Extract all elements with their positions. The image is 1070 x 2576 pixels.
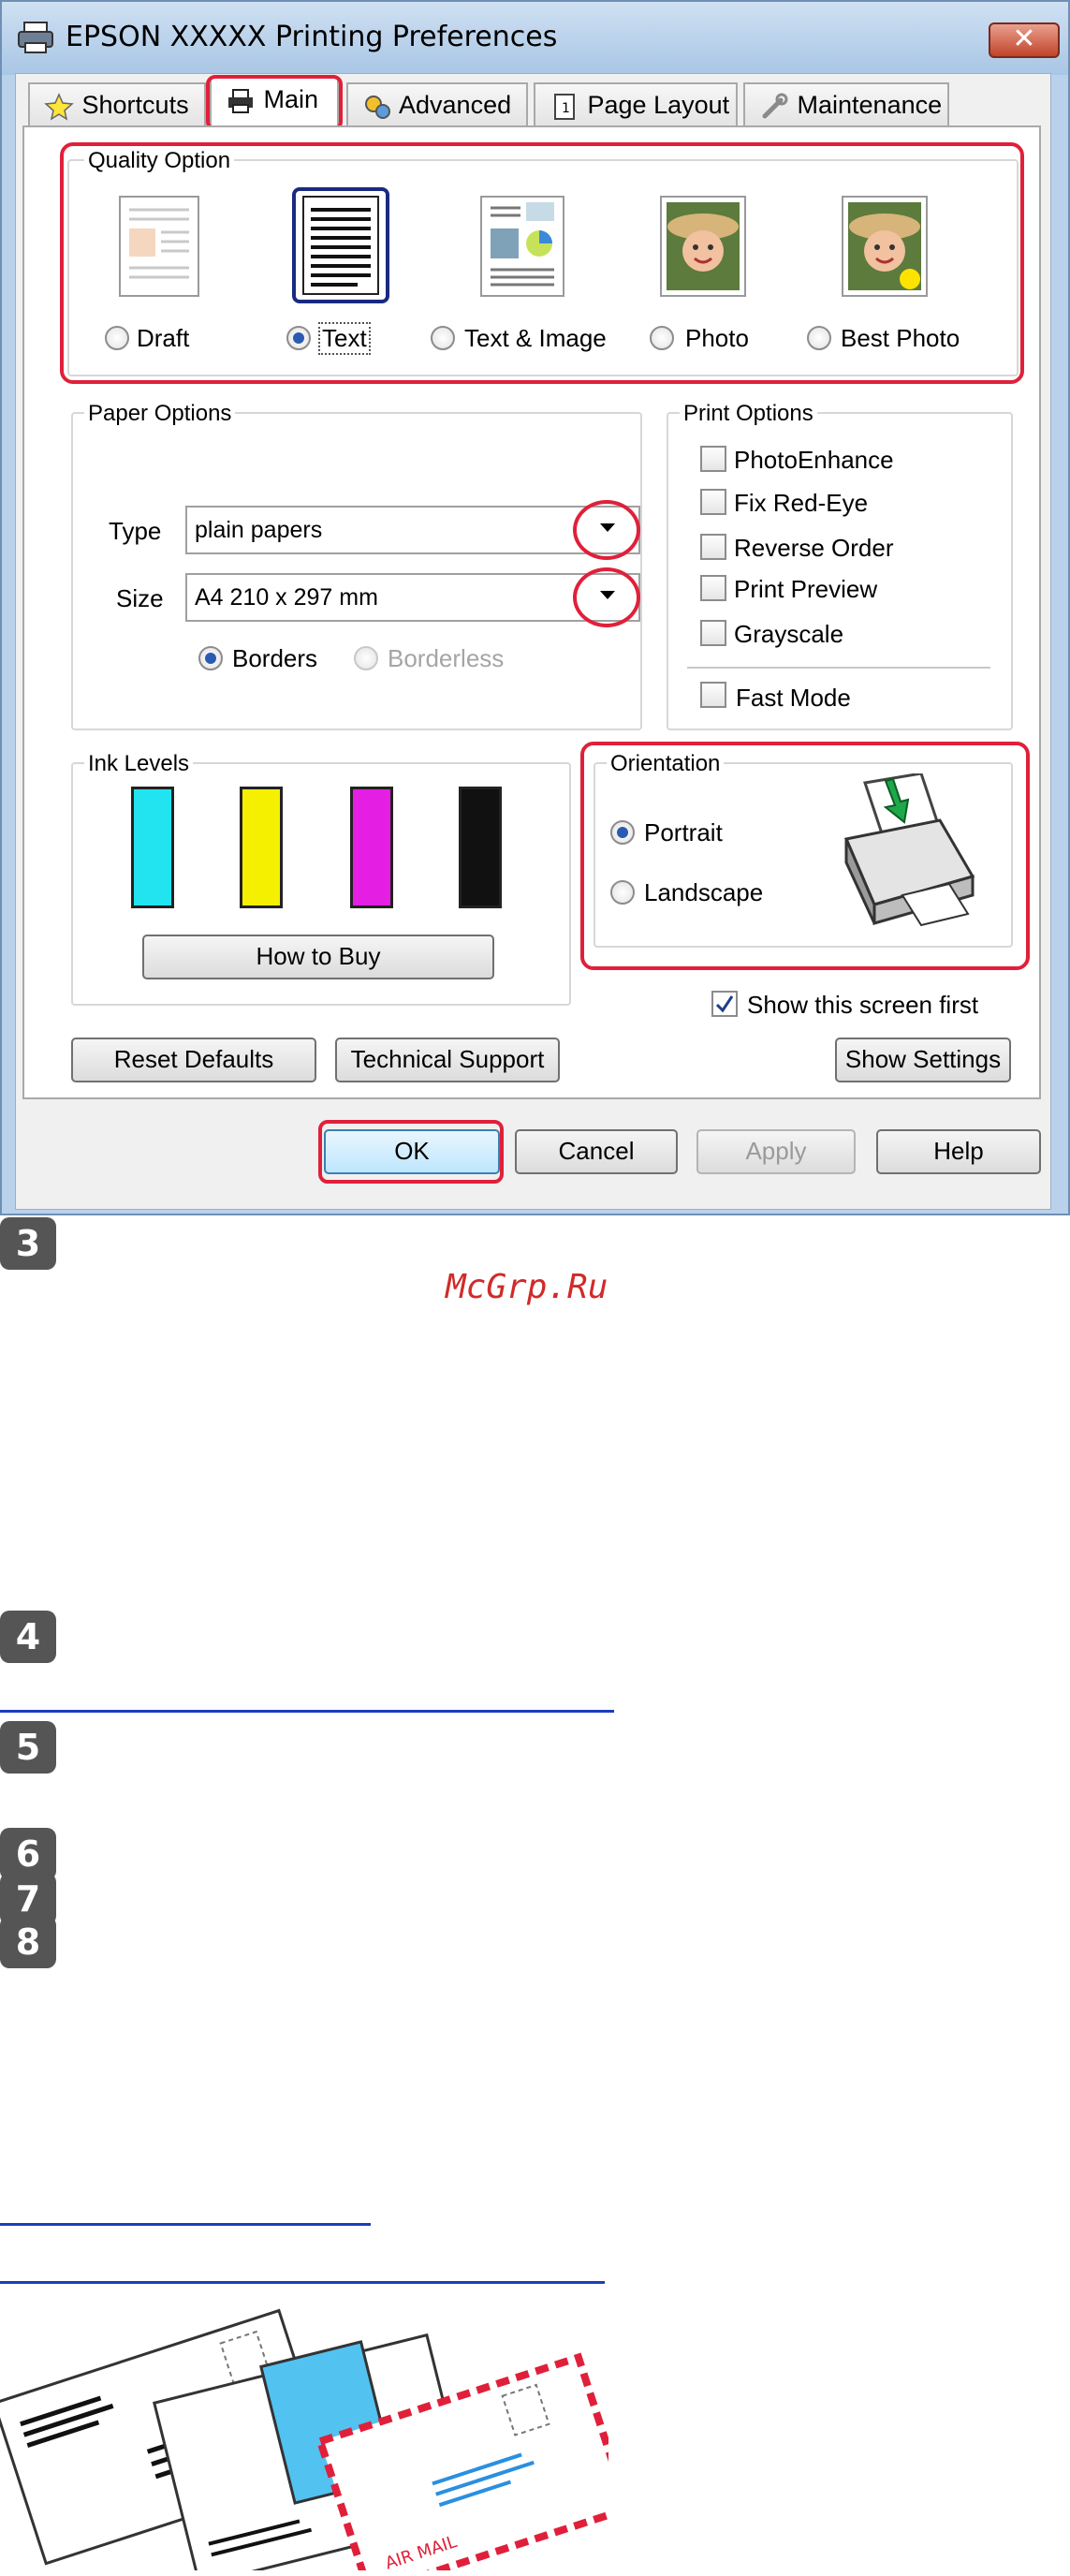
show-screen-first-checkbox[interactable] — [711, 991, 738, 1017]
step-badge: 5 — [0, 1721, 56, 1774]
print-options-title: Print Options — [680, 401, 817, 427]
reset-defaults-button[interactable]: Reset Defaults — [71, 1038, 316, 1082]
photoenhance-label: PhotoEnhance — [734, 446, 894, 474]
star-icon — [44, 93, 74, 121]
reverse-order-label: Reverse Order — [734, 534, 894, 562]
step-badge: 3 — [0, 1217, 56, 1270]
how-to-buy-button[interactable]: How to Buy — [142, 935, 494, 979]
printer-app-icon — [18, 22, 53, 53]
step-badge: 8 — [0, 1916, 56, 1968]
reverse-order-checkbox[interactable] — [700, 534, 726, 560]
window-title: EPSON XXXXX Printing Preferences — [66, 21, 558, 53]
yellow-ink-cartridge — [240, 787, 283, 908]
cancel-button[interactable]: Cancel — [515, 1129, 678, 1174]
gears-icon — [365, 95, 390, 119]
highlight-size-dropdown — [573, 567, 640, 627]
print-preview-checkbox[interactable] — [700, 575, 726, 601]
link-underline[interactable] — [0, 1710, 614, 1713]
tab-shortcuts[interactable]: Shortcuts — [28, 82, 206, 127]
link-underline[interactable] — [0, 2223, 371, 2226]
borderless-radio[interactable] — [354, 646, 378, 670]
ink-levels-title: Ink Levels — [84, 751, 194, 777]
title-bar: EPSON XXXXX Printing Preferences ✕ — [2, 2, 1068, 75]
help-button[interactable]: Help — [876, 1129, 1041, 1174]
fast-mode-checkbox[interactable] — [700, 682, 726, 708]
highlight-main-tab — [206, 75, 343, 131]
tab-label: Advanced — [399, 91, 512, 119]
borders-label: Borders — [232, 644, 318, 672]
watermark-text: McGrp.Ru — [446, 1268, 608, 1306]
grayscale-checkbox[interactable] — [700, 620, 726, 646]
print-preview-label: Print Preview — [734, 575, 878, 603]
step-badge: 4 — [0, 1611, 56, 1663]
show-settings-button[interactable]: Show Settings — [835, 1038, 1011, 1082]
paper-options-title: Paper Options — [84, 401, 236, 427]
tab-page-layout[interactable]: 1 Page Layout — [534, 82, 738, 127]
tab-label: Shortcuts — [81, 91, 189, 119]
wrench-icon — [762, 93, 788, 119]
borders-radio[interactable] — [198, 646, 223, 670]
black-ink-cartridge — [459, 787, 502, 908]
link-underline[interactable] — [0, 2281, 605, 2284]
photoenhance-checkbox[interactable] — [700, 446, 726, 472]
paper-options-group — [71, 412, 642, 730]
magenta-ink-cartridge — [350, 787, 393, 908]
highlight-ok-button — [318, 1120, 504, 1184]
size-label: Size — [116, 584, 164, 612]
svg-text:1: 1 — [562, 101, 570, 116]
fix-red-eye-checkbox[interactable] — [700, 489, 726, 515]
highlight-orientation — [580, 742, 1030, 970]
checkmark-icon — [715, 995, 734, 1013]
page-icon: 1 — [554, 93, 575, 120]
tab-maintenance[interactable]: Maintenance — [743, 82, 949, 127]
highlight-type-dropdown — [573, 500, 640, 560]
highlight-quality-option — [60, 142, 1024, 384]
apply-button[interactable]: Apply — [696, 1129, 856, 1174]
type-label: Type — [109, 517, 162, 545]
grayscale-label: Grayscale — [734, 620, 844, 648]
envelopes-illustration: AIR MAIL — [0, 2308, 608, 2570]
fast-mode-label: Fast Mode — [736, 684, 851, 712]
cyan-ink-cartridge — [131, 787, 174, 908]
tab-advanced[interactable]: Advanced — [346, 82, 528, 127]
fix-red-eye-label: Fix Red-Eye — [734, 489, 869, 517]
tab-label: Maintenance — [797, 91, 943, 119]
borderless-label: Borderless — [388, 644, 505, 672]
close-button[interactable]: ✕ — [989, 22, 1060, 58]
tab-label: Page Layout — [587, 91, 730, 119]
divider — [687, 667, 990, 669]
technical-support-button[interactable]: Technical Support — [335, 1038, 560, 1082]
show-screen-first-label: Show this screen first — [747, 991, 979, 1019]
